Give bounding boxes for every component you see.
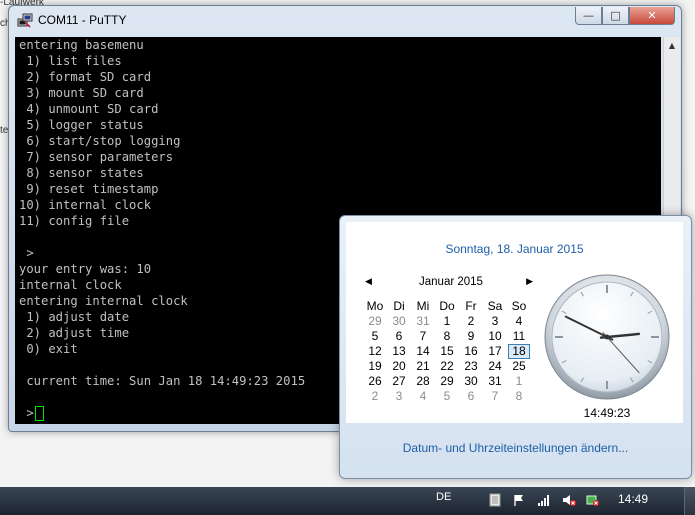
calendar-day[interactable]: 17 bbox=[483, 344, 507, 359]
change-date-time-settings-link[interactable]: Datum- und Uhrzeiteinstellungen ändern..… bbox=[340, 441, 691, 455]
terminal-line: entering basemenu bbox=[19, 38, 144, 52]
calendar-day-other-month[interactable]: 8 bbox=[507, 389, 531, 404]
minimize-button[interactable]: — bbox=[575, 7, 602, 25]
calendar-day[interactable]: 27 bbox=[387, 374, 411, 389]
calendar-day-other-month[interactable]: 4 bbox=[411, 389, 435, 404]
terminal-line: 7) sensor parameters bbox=[19, 150, 174, 164]
calendar-day-other-month[interactable]: 5 bbox=[435, 389, 459, 404]
calendar-day[interactable]: 9 bbox=[459, 329, 483, 344]
month-label[interactable]: Januar 2015 bbox=[363, 276, 539, 288]
weekday-header: Do bbox=[439, 299, 455, 313]
speaker-muted-icon[interactable] bbox=[562, 493, 576, 507]
calendar-day[interactable]: 2 bbox=[459, 314, 483, 329]
terminal-line: 5) logger status bbox=[19, 118, 144, 132]
calendar-day-other-month[interactable]: 3 bbox=[387, 389, 411, 404]
terminal-line: 1) list files bbox=[19, 54, 122, 68]
terminal-cursor bbox=[34, 406, 44, 421]
close-button[interactable]: ✕ bbox=[629, 7, 675, 25]
calendar-day[interactable]: 12 bbox=[363, 344, 387, 359]
calendar-day[interactable]: 21 bbox=[411, 359, 435, 374]
calendar-day[interactable]: 31 bbox=[483, 374, 507, 389]
terminal-line: 10) internal clock bbox=[19, 198, 152, 212]
calendar-day[interactable]: 25 bbox=[507, 359, 531, 374]
weekday-header: So bbox=[511, 299, 527, 313]
month-calendar: ◀ Januar 2015 ▶ Mo Di Mi Do Fr Sa So 29 30 31 1 2 3 4… bbox=[363, 276, 539, 404]
calendar-day[interactable]: 19 bbox=[363, 359, 387, 374]
weekday-header: Mi bbox=[416, 299, 430, 313]
full-date-link[interactable]: Sonntag, 18. Januar 2015 bbox=[346, 242, 683, 256]
calendar-day[interactable]: 3 bbox=[483, 314, 507, 329]
putty-titlebar[interactable]: COM11 - PuTTY — □ ✕ bbox=[9, 6, 681, 36]
clock-time-text: 14:49:23 bbox=[583, 406, 631, 420]
terminal-line: 3) mount SD card bbox=[19, 86, 144, 100]
calendar-day-other-month[interactable]: 7 bbox=[483, 389, 507, 404]
weekday-header: Sa bbox=[487, 299, 503, 313]
calendar-day-today[interactable]: 18 bbox=[508, 344, 530, 359]
terminal-line: 8) sensor states bbox=[19, 166, 144, 180]
calendar-day[interactable]: 30 bbox=[459, 374, 483, 389]
calendar-day[interactable]: 29 bbox=[435, 374, 459, 389]
taskbar-clock[interactable]: 14:49 bbox=[618, 492, 648, 506]
calendar-day[interactable]: 28 bbox=[411, 374, 435, 389]
calendar-day[interactable]: 20 bbox=[387, 359, 411, 374]
calendar-day[interactable]: 1 bbox=[435, 314, 459, 329]
calendar-day[interactable]: 4 bbox=[507, 314, 531, 329]
language-indicator[interactable]: DE bbox=[436, 491, 451, 503]
calendar-day-other-month[interactable]: 31 bbox=[411, 314, 435, 329]
calendar-day[interactable]: 13 bbox=[387, 344, 411, 359]
analog-clock bbox=[543, 273, 671, 401]
calendar-day[interactable]: 14 bbox=[411, 344, 435, 359]
putty-app-icon[interactable] bbox=[17, 13, 33, 29]
analog-clock-face-icon bbox=[544, 274, 670, 400]
maximize-button[interactable]: □ bbox=[602, 7, 629, 25]
terminal-line: 2) format SD card bbox=[19, 70, 152, 84]
usb-icon[interactable] bbox=[585, 493, 599, 507]
show-desktop-button[interactable] bbox=[684, 487, 695, 515]
scroll-up-arrow-icon[interactable]: ▲ bbox=[664, 37, 680, 53]
signal-icon[interactable] bbox=[537, 493, 551, 507]
calendar-day[interactable]: 5 bbox=[363, 329, 387, 344]
calendar-day-other-month[interactable]: 29 bbox=[363, 314, 387, 329]
calendar-flyout: Sonntag, 18. Januar 2015 ◀ Januar 2015 ▶… bbox=[339, 215, 692, 479]
calendar-nav: ◀ Januar 2015 ▶ bbox=[363, 276, 539, 294]
calendar-day[interactable]: 16 bbox=[459, 344, 483, 359]
calendar-day[interactable]: 15 bbox=[435, 344, 459, 359]
calendar-day[interactable]: 22 bbox=[435, 359, 459, 374]
calendar-day-other-month[interactable]: 1 bbox=[507, 374, 531, 389]
terminal-line: 4) unmount SD card bbox=[19, 102, 159, 116]
calendar-day[interactable]: 7 bbox=[411, 329, 435, 344]
taskbar: DE 14:49 bbox=[0, 487, 695, 515]
terminal-line: 9) reset timestamp bbox=[19, 182, 159, 196]
calendar-day[interactable]: 26 bbox=[363, 374, 387, 389]
window-title: COM11 - PuTTY bbox=[38, 13, 127, 27]
calendar-grid: Mo Di Mi Do Fr Sa So 29 30 31 1 2 3 4 5 6 7 8 9 10 11 12 13 14 1… bbox=[363, 299, 539, 404]
weekday-header: Mo bbox=[366, 299, 384, 313]
next-month-icon[interactable]: ▶ bbox=[526, 276, 533, 287]
calendar-day[interactable]: 10 bbox=[483, 329, 507, 344]
caption-buttons: — □ ✕ bbox=[575, 7, 675, 26]
keyboard-icon[interactable] bbox=[488, 493, 502, 507]
calendar-day-other-month[interactable]: 30 bbox=[387, 314, 411, 329]
calendar-day-other-month[interactable]: 6 bbox=[459, 389, 483, 404]
flag-icon[interactable] bbox=[512, 493, 526, 507]
calendar-day[interactable]: 24 bbox=[483, 359, 507, 374]
calendar-day[interactable]: 6 bbox=[387, 329, 411, 344]
calendar-day[interactable]: 11 bbox=[507, 329, 531, 344]
calendar-day-other-month[interactable]: 2 bbox=[363, 389, 387, 404]
calendar-day[interactable]: 23 bbox=[459, 359, 483, 374]
calendar-day[interactable]: 8 bbox=[435, 329, 459, 344]
calendar-panel: Sonntag, 18. Januar 2015 ◀ Januar 2015 ▶… bbox=[346, 222, 683, 423]
weekday-header: Fr bbox=[465, 299, 477, 313]
weekday-header: Di bbox=[393, 299, 405, 313]
terminal-line: 6) start/stop logging bbox=[19, 134, 181, 148]
